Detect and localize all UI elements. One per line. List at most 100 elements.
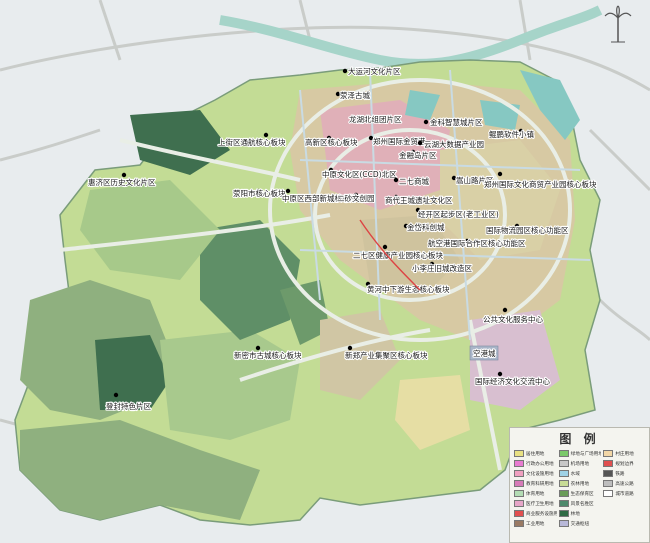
legend-swatch — [514, 480, 524, 487]
legend-swatch — [558, 500, 569, 507]
district-label: 国际经济文化交流中心 — [475, 376, 550, 386]
district-label: 国际物流园区核心功能区 — [486, 225, 569, 235]
district-label: 小李庄旧城改造区 — [412, 263, 472, 273]
district-label: 金岱科创城 — [407, 222, 445, 232]
legend-swatch — [558, 520, 569, 527]
district-label: 金科智慧城片区 — [430, 117, 483, 127]
district-dot — [342, 68, 348, 74]
legend-item — [603, 500, 646, 507]
legend-swatch — [514, 470, 524, 477]
legend-swatch — [558, 490, 569, 497]
district-label: 金融岛片区 — [399, 150, 437, 160]
legend-label: 文化设施用地 — [526, 471, 554, 477]
legend-swatch — [514, 490, 524, 497]
legend-item: 水域 — [558, 470, 602, 477]
legend-item: 教育科研用地 — [514, 480, 557, 487]
legend-label: 交通枢纽 — [570, 521, 590, 527]
legend-label: 医疗卫生用地 — [526, 501, 554, 507]
legend-label: 工业用地 — [526, 521, 545, 527]
district-label: 二砂文创园 — [337, 193, 375, 203]
legend-label: 农林用地 — [570, 481, 590, 487]
legend-label: 行政办公用地 — [526, 461, 554, 467]
district-dot — [417, 140, 423, 146]
emblem-icon — [604, 5, 632, 43]
district-dot — [263, 132, 269, 138]
airport-label: 空港城 — [473, 348, 496, 358]
legend-item: 生态保育区 — [558, 490, 602, 497]
district-label: 惠济区历史文化片区 — [88, 177, 156, 187]
legend-item: 规划边界 — [603, 460, 646, 467]
legend-item: 林地 — [558, 510, 602, 517]
legend-swatch — [514, 510, 524, 517]
legend-label: 商业服务设施用地 — [526, 511, 557, 517]
district-label: 郑州国际金贸港 — [373, 136, 426, 146]
district-label: 郑州国际文化商贸产业园核心板块 — [484, 179, 597, 189]
legend-label: 教育科研用地 — [526, 481, 554, 487]
district-label: 云湖大数据产业园 — [424, 139, 484, 149]
district-label: 大运河文化片区 — [348, 66, 401, 76]
district-dot — [255, 345, 261, 351]
district-dot — [382, 244, 388, 250]
district-label: 鲲鹏软件小镇 — [489, 129, 534, 139]
district-dot — [502, 307, 508, 313]
legend-label: 城市道路 — [615, 491, 634, 497]
legend-swatch — [514, 450, 524, 457]
district-label: 二七商城 — [399, 176, 429, 186]
legend-swatch — [558, 480, 569, 487]
legend-item: 机场用地 — [558, 460, 602, 467]
legend-item: 居住用地 — [514, 450, 557, 457]
district-label: 商代王城遗址文化区 — [385, 195, 453, 205]
legend-label: 机场用地 — [570, 461, 590, 467]
legend-swatch — [558, 470, 569, 477]
legend-label: 绿地与广场用地 — [570, 451, 602, 457]
district-dot — [497, 171, 503, 177]
legend-item: 工业用地 — [514, 520, 557, 527]
district-dot — [285, 188, 291, 194]
legend-swatch — [603, 480, 614, 487]
district-label: 上街区通航核心板块 — [218, 137, 286, 147]
legend-item: 城市道路 — [603, 490, 646, 497]
legend-label: 规划边界 — [615, 461, 634, 467]
legend-label: 体育用地 — [526, 491, 545, 497]
legend-item: 体育用地 — [514, 490, 557, 497]
legend-label: 水域 — [570, 471, 580, 477]
district-dot — [121, 172, 127, 178]
legend-label: 村庄用地 — [615, 451, 634, 457]
legend-item: 农林用地 — [558, 480, 602, 487]
district-label: 黄河中下游生态核心板块 — [367, 284, 450, 294]
legend-label: 林地 — [570, 511, 580, 517]
legend-swatch — [558, 460, 569, 467]
legend-grid: 居住用地 绿地与广场用地 村庄用地行政办公用地 机场用地 规划边界文化设施用地 水域 铁路教… — [510, 447, 649, 527]
legend-item: 医疗卫生用地 — [514, 500, 557, 507]
district-dot — [497, 371, 503, 377]
legend-swatch — [514, 500, 524, 507]
legend-label: 铁路 — [615, 471, 625, 477]
legend-swatch — [603, 490, 614, 497]
district-dot — [113, 392, 119, 398]
legend-swatch — [514, 460, 524, 467]
legend-item: 文化设施用地 — [514, 470, 557, 477]
legend-label: 居住用地 — [526, 451, 545, 457]
legend-item — [603, 520, 646, 527]
district-label: 荥阳市核心板块 — [233, 188, 286, 198]
legend-item: 交通枢纽 — [558, 520, 602, 527]
district-label: 高新区核心板块 — [305, 137, 358, 147]
district-label: 新密市古城核心板块 — [234, 350, 302, 360]
legend-label: 生态保育区 — [570, 491, 594, 497]
legend-item: 高速公路 — [603, 480, 646, 487]
district-label: 荥泽古城 — [340, 90, 370, 100]
district-label: 登封特色片区 — [106, 401, 151, 411]
district-label: 中原文化区(CCD)北区 — [322, 169, 397, 179]
district-dot — [393, 177, 399, 183]
district-dot — [423, 119, 429, 125]
legend-item — [603, 510, 646, 517]
district-dot — [347, 345, 353, 351]
legend-item: 商业服务设施用地 — [514, 510, 557, 517]
district-label: 公共文化服务中心 — [483, 314, 543, 324]
district-label: 航空港国际合作区核心功能区 — [428, 238, 526, 248]
legend-item: 行政办公用地 — [514, 460, 557, 467]
legend-item: 村庄用地 — [603, 450, 646, 457]
legend-swatch — [603, 470, 614, 477]
district-label: 二七区健康产业园核心板块 — [353, 250, 443, 260]
legend-label: 高速公路 — [615, 481, 634, 487]
